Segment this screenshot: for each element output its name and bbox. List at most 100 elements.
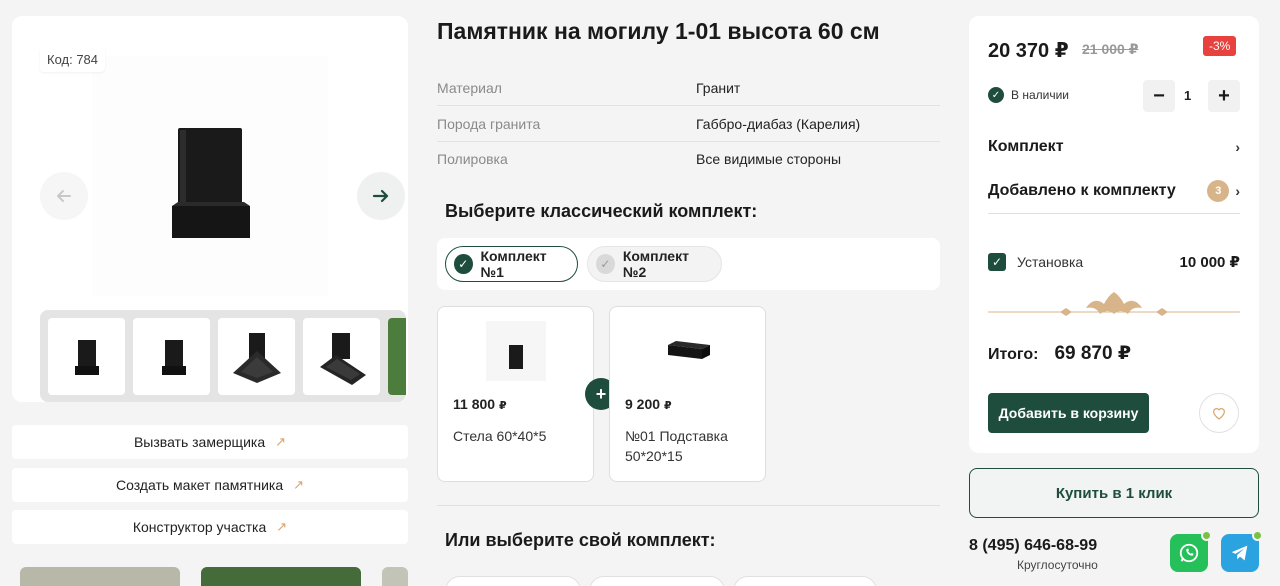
thumbnail[interactable]: [133, 318, 210, 395]
favorite-button[interactable]: [1199, 393, 1239, 433]
side-link-label: Конструктор участка: [132, 519, 267, 535]
related-photo[interactable]: [20, 567, 180, 586]
kit-item-card[interactable]: 9 200 ₽ №01 Подставка 50*20*15: [609, 306, 766, 482]
online-indicator: [1252, 530, 1263, 541]
thumbnail-image: [232, 332, 281, 383]
item-price: 9 200 ₽: [625, 396, 672, 412]
thumbnail-image: [74, 339, 99, 375]
current-price: 20 370 ₽: [988, 40, 1069, 62]
added-count-badge: 3: [1207, 180, 1230, 202]
chevron-right-icon: ›: [1235, 139, 1240, 155]
product-code-badge: Код: 784: [40, 47, 106, 72]
kit-menu-row[interactable]: Комплект ›: [988, 136, 1240, 158]
item-price-value: 11 800: [453, 396, 496, 412]
kit-item-card[interactable]: 11 800 ₽ Стела 60*40*5: [437, 306, 594, 482]
heart-icon: [1213, 408, 1225, 420]
stock-label: В наличии: [1011, 88, 1070, 102]
call-measurer-link[interactable]: Вызвать замерщика ↗: [12, 425, 408, 459]
thumbnail[interactable]: [303, 318, 380, 395]
check-icon: ✓: [454, 254, 473, 274]
monument-image: [172, 128, 250, 238]
total-value: 69 870 ₽: [1054, 343, 1132, 364]
qty-increase-button[interactable]: +: [1208, 80, 1240, 112]
main-photo[interactable]: [92, 56, 328, 296]
added-to-kit-row[interactable]: Добавлено к комплекту 3 ›: [988, 179, 1240, 203]
kit-label: Комплект: [988, 138, 1064, 155]
qty-value[interactable]: 1: [1184, 88, 1191, 103]
create-layout-link[interactable]: Создать макет памятника ↗: [12, 468, 408, 502]
whatsapp-icon: [1179, 543, 1199, 563]
kit-tabs: ✓ Комплект №1 ✓ Комплект №2: [437, 238, 940, 290]
thumbnail-strip: [40, 310, 406, 402]
buy-one-click-button[interactable]: Купить в 1 клик: [969, 468, 1259, 518]
external-link-icon: ↗: [293, 477, 305, 492]
thumbnail[interactable]: [48, 318, 125, 395]
site-constructor-link[interactable]: Конструктор участка ↗: [12, 510, 408, 544]
thumbnail-image: [161, 339, 186, 375]
page-title: Памятник на могилу 1-01 высота 60 см: [437, 18, 880, 44]
telegram-icon: [1231, 545, 1248, 561]
gallery-next-button[interactable]: [357, 172, 405, 220]
side-link-label: Вызвать замерщика: [133, 434, 266, 450]
ornament-divider: [988, 292, 1240, 316]
total-label: Итого:: [988, 346, 1039, 363]
stock-status: ✓ В наличии: [988, 87, 1069, 103]
spec-row: Порода гранита Габбро-диабаз (Карелия): [437, 106, 940, 142]
base-image: [668, 341, 710, 359]
spec-value: Габбро-диабаз (Карелия): [696, 115, 861, 132]
added-label: Добавлено к комплекту: [988, 182, 1176, 199]
custom-section-title: Или выберите свой комплект:: [445, 530, 716, 550]
spec-key: Материал: [437, 79, 502, 96]
spec-row: Полировка Все видимые стороны: [437, 141, 940, 177]
item-price-currency: ₽: [498, 400, 507, 412]
chevron-right-icon: ›: [1235, 183, 1240, 199]
qty-decrease-button[interactable]: −: [1143, 80, 1175, 112]
discount-badge: -3%: [1203, 36, 1237, 56]
divider: [988, 213, 1240, 214]
tab-kit-2[interactable]: ✓ Комплект №2: [587, 246, 722, 282]
stele-image: [486, 321, 546, 381]
added-indicator: 3 ›: [1207, 180, 1240, 202]
telegram-button[interactable]: [1221, 530, 1263, 572]
tab-label: Комплект №2: [622, 248, 689, 280]
thumbnail[interactable]: [218, 318, 295, 395]
phone-link[interactable]: 8 (495) 646-68-99: [969, 537, 1097, 555]
order-panel: 20 370 ₽ 21 000 ₽ -3% ✓ В наличии − 1 + …: [969, 16, 1259, 453]
total-row: Итого: 69 870 ₽: [988, 342, 1131, 365]
custom-kit-option[interactable]: [445, 576, 581, 586]
tab-label: Комплект №1: [480, 248, 547, 280]
gallery-prev-button[interactable]: [40, 172, 88, 220]
related-photo[interactable]: [201, 567, 361, 586]
install-price: 10 000 ₽: [1179, 254, 1240, 271]
spec-value: Гранит: [696, 79, 741, 96]
old-price: 21 000 ₽: [1082, 41, 1139, 57]
installation-option[interactable]: ✓ Установка 10 000 ₽: [988, 253, 1240, 271]
thumbnail-image: [319, 332, 366, 385]
item-name: Стела 60*40*5: [453, 428, 547, 444]
arrow-right-icon: [372, 189, 389, 203]
kit-section-title: Выберите классический комплект:: [445, 201, 758, 221]
working-hours: Круглосуточно: [1017, 558, 1098, 572]
check-icon: ✓: [596, 254, 615, 274]
product-gallery: Код: 784: [12, 16, 408, 402]
tab-kit-1[interactable]: ✓ Комплект №1: [445, 246, 578, 282]
item-price: 11 800 ₽: [453, 396, 507, 412]
item-name: №01 Подставка 50*20*15: [625, 428, 728, 464]
item-price-value: 9 200: [625, 396, 661, 412]
side-link-label: Создать макет памятника: [115, 477, 284, 493]
external-link-icon: ↗: [275, 434, 287, 449]
spec-value: Все видимые стороны: [696, 151, 842, 167]
add-to-cart-button[interactable]: Добавить в корзину: [988, 393, 1149, 433]
thumbnail[interactable]: [388, 318, 406, 395]
custom-kit-option[interactable]: [733, 576, 877, 586]
install-label: Установка: [1017, 254, 1084, 270]
whatsapp-button[interactable]: [1170, 530, 1212, 572]
online-indicator: [1201, 530, 1212, 541]
external-link-icon: ↗: [276, 519, 288, 534]
item-price-currency: ₽: [663, 400, 672, 412]
installation-checkbox[interactable]: ✓: [988, 253, 1006, 271]
spec-row: Материал Гранит: [437, 70, 940, 106]
custom-kit-option[interactable]: [589, 576, 725, 586]
related-photo[interactable]: [382, 567, 408, 586]
check-icon: ✓: [988, 87, 1004, 103]
